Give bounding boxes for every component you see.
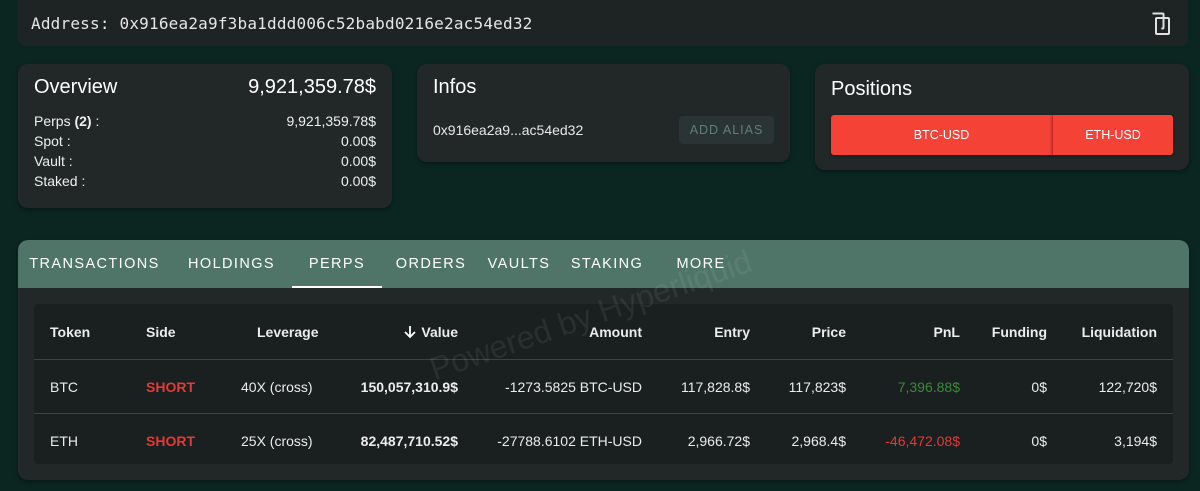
- positions-card: Positions BTC-USD ETH-USD: [815, 64, 1189, 170]
- arrow-down-icon: [403, 325, 417, 339]
- cell-pnl: 7,396.88$: [897, 378, 960, 395]
- overview-total: 9,921,359.78$: [248, 75, 376, 98]
- overview-card: Overview 9,921,359.78$ Perps (2) : 9,921…: [18, 64, 392, 208]
- positions-title: Positions: [831, 78, 913, 100]
- position-button-eth[interactable]: ETH-USD: [1052, 115, 1173, 155]
- main-panel: TRANSACTIONS HOLDINGS PERPS ORDERS VAULT…: [18, 240, 1189, 480]
- overview-row-label: Spot :: [34, 133, 71, 149]
- tab-staking[interactable]: STAKING: [563, 240, 651, 288]
- tab-vaults[interactable]: VAULTS: [480, 240, 558, 288]
- column-header-price[interactable]: Price: [812, 304, 846, 359]
- infos-title: Infos: [433, 76, 477, 98]
- perps-table: Token Side Leverage Value Amount Entry P…: [34, 304, 1173, 464]
- cell-entry: 117,828.8$: [680, 378, 750, 395]
- tab-transactions[interactable]: TRANSACTIONS: [18, 240, 171, 288]
- address-label: Address:: [31, 13, 110, 33]
- cell-liquidation: 122,720$: [1098, 378, 1157, 395]
- cell-funding: 0$: [1031, 433, 1047, 449]
- overview-row-staked: Staked : 0.00$: [34, 173, 376, 193]
- address-value: 0x916ea2a9f3ba1ddd006c52babd0216e2ac54ed…: [119, 13, 533, 33]
- overview-row-value: 9,921,359.78$: [286, 113, 376, 129]
- tab-more[interactable]: MORE: [671, 240, 731, 288]
- cell-leverage: 40X (cross): [241, 378, 313, 395]
- column-header-value[interactable]: Value: [403, 304, 458, 359]
- add-alias-button[interactable]: ADD ALIAS: [679, 116, 774, 144]
- column-header-funding[interactable]: Funding: [992, 304, 1047, 359]
- position-button-btc[interactable]: BTC-USD: [831, 115, 1052, 155]
- overview-row-label: Staked :: [34, 173, 86, 189]
- cell-price: 2,968.4$: [791, 433, 847, 449]
- tab-holdings[interactable]: HOLDINGS: [176, 240, 287, 288]
- overview-row-value: 0.00$: [340, 153, 376, 169]
- cell-price: 117,823$: [788, 378, 846, 395]
- cell-token: ETH: [50, 433, 78, 449]
- tab-orders[interactable]: ORDERS: [387, 240, 475, 288]
- column-header-amount[interactable]: Amount: [589, 304, 642, 359]
- overview-row-spot: Spot : 0.00$: [34, 133, 376, 153]
- column-header-token[interactable]: Token: [50, 304, 90, 359]
- overview-title: Overview: [34, 75, 118, 98]
- cell-side: SHORT: [146, 433, 195, 449]
- cell-pnl: -46,472.08$: [885, 433, 960, 449]
- cell-value: 150,057,310.9$: [360, 378, 458, 395]
- overview-row-perps: Perps (2) : 9,921,359.78$: [34, 113, 376, 133]
- table-row[interactable]: ETH SHORT 25X (cross) 82,487,710.52$ -27…: [34, 414, 1173, 464]
- overview-row-vault: Vault : 0.00$: [34, 153, 376, 173]
- cell-leverage: 25X (cross): [241, 433, 313, 449]
- cell-amount: -27788.6102 ETH-USD: [497, 433, 642, 449]
- tab-bar: TRANSACTIONS HOLDINGS PERPS ORDERS VAULT…: [18, 240, 1189, 288]
- column-header-side[interactable]: Side: [146, 304, 176, 359]
- overview-row-label: Vault :: [34, 153, 73, 169]
- cell-token: BTC: [50, 378, 78, 395]
- address-bar: Address: 0x916ea2a9f3ba1ddd006c52babd021…: [18, 0, 1188, 46]
- cell-liquidation: 3,194$: [1114, 433, 1157, 449]
- tab-perps[interactable]: PERPS: [292, 240, 382, 288]
- column-header-pnl[interactable]: PnL: [934, 304, 960, 359]
- table-row[interactable]: BTC SHORT 40X (cross) 150,057,310.9$ -12…: [34, 360, 1173, 414]
- cell-value: 82,487,710.52$: [360, 433, 458, 449]
- infos-short-address: 0x916ea2a9...ac54ed32: [433, 122, 584, 138]
- column-header-leverage[interactable]: Leverage: [257, 304, 318, 359]
- infos-card: Infos 0x916ea2a9...ac54ed32 ADD ALIAS: [417, 64, 790, 162]
- column-header-liquidation[interactable]: Liquidation: [1082, 304, 1157, 359]
- cell-side: SHORT: [146, 378, 195, 395]
- overview-row-value: 0.00$: [340, 173, 376, 189]
- address-text: Address: 0x916ea2a9f3ba1ddd006c52babd021…: [31, 14, 533, 33]
- column-header-entry[interactable]: Entry: [714, 304, 750, 359]
- copy-icon[interactable]: [1150, 12, 1172, 36]
- overview-row-value: 0.00$: [340, 133, 376, 149]
- cell-funding: 0$: [1031, 378, 1047, 395]
- table-header-row: Token Side Leverage Value Amount Entry P…: [34, 304, 1173, 360]
- cell-amount: -1273.5825 BTC-USD: [505, 378, 642, 395]
- overview-row-label: Perps (2) :: [34, 113, 100, 129]
- cell-entry: 2,966.72$: [687, 433, 750, 449]
